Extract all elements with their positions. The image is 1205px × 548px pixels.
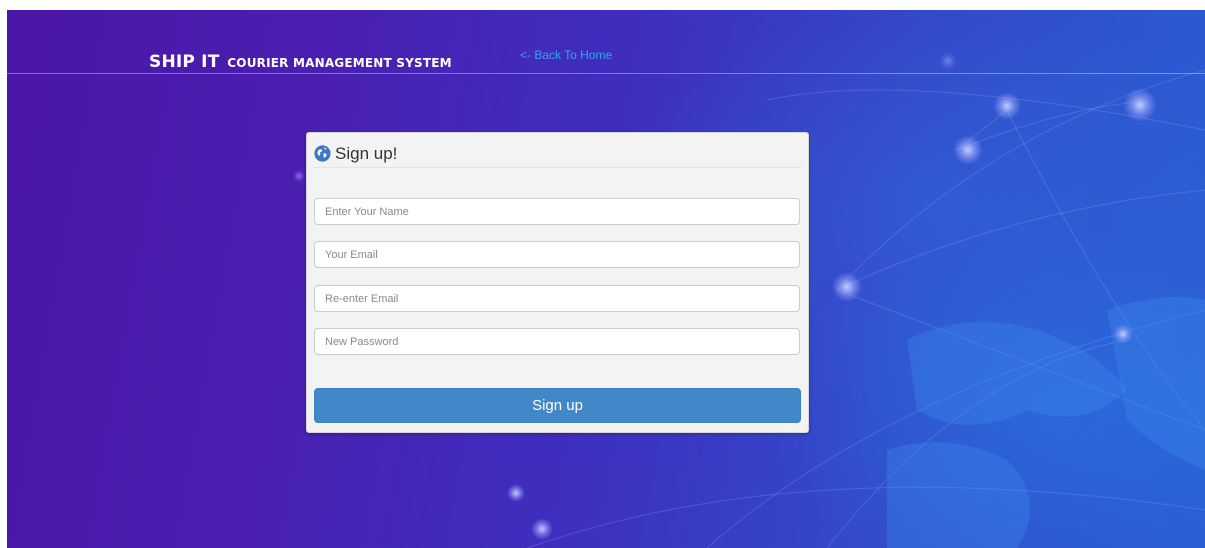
panel-header: Sign up! [314, 141, 397, 166]
globe-icon [314, 145, 331, 162]
glow-dot [993, 92, 1021, 120]
glow-dot [939, 52, 957, 70]
glow-dot [832, 272, 862, 302]
brand-name: SHIP IT [149, 52, 220, 72]
page-background: SHIP IT COURIER MANAGEMENT SYSTEM <- Bac… [7, 10, 1205, 548]
glow-dot [507, 484, 525, 502]
glow-dot [953, 135, 983, 165]
glow-dot [1123, 88, 1157, 122]
signup-panel: Sign up! Sign up [306, 132, 809, 433]
panel-divider [313, 167, 802, 168]
password-input[interactable] [314, 328, 800, 355]
email-input[interactable] [314, 241, 800, 268]
glow-dot [531, 518, 553, 540]
name-input[interactable] [314, 198, 800, 225]
sign-up-button[interactable]: Sign up [314, 388, 801, 423]
confirm-email-input[interactable] [314, 285, 800, 312]
brand-tagline: COURIER MANAGEMENT SYSTEM [227, 56, 452, 70]
header-divider [7, 73, 1205, 74]
back-to-home-link[interactable]: <- Back To Home [520, 48, 612, 62]
panel-title: Sign up! [335, 143, 398, 163]
glow-dot [293, 170, 305, 182]
glow-dot [1113, 324, 1133, 344]
brand-logo: SHIP IT COURIER MANAGEMENT SYSTEM [149, 52, 452, 72]
